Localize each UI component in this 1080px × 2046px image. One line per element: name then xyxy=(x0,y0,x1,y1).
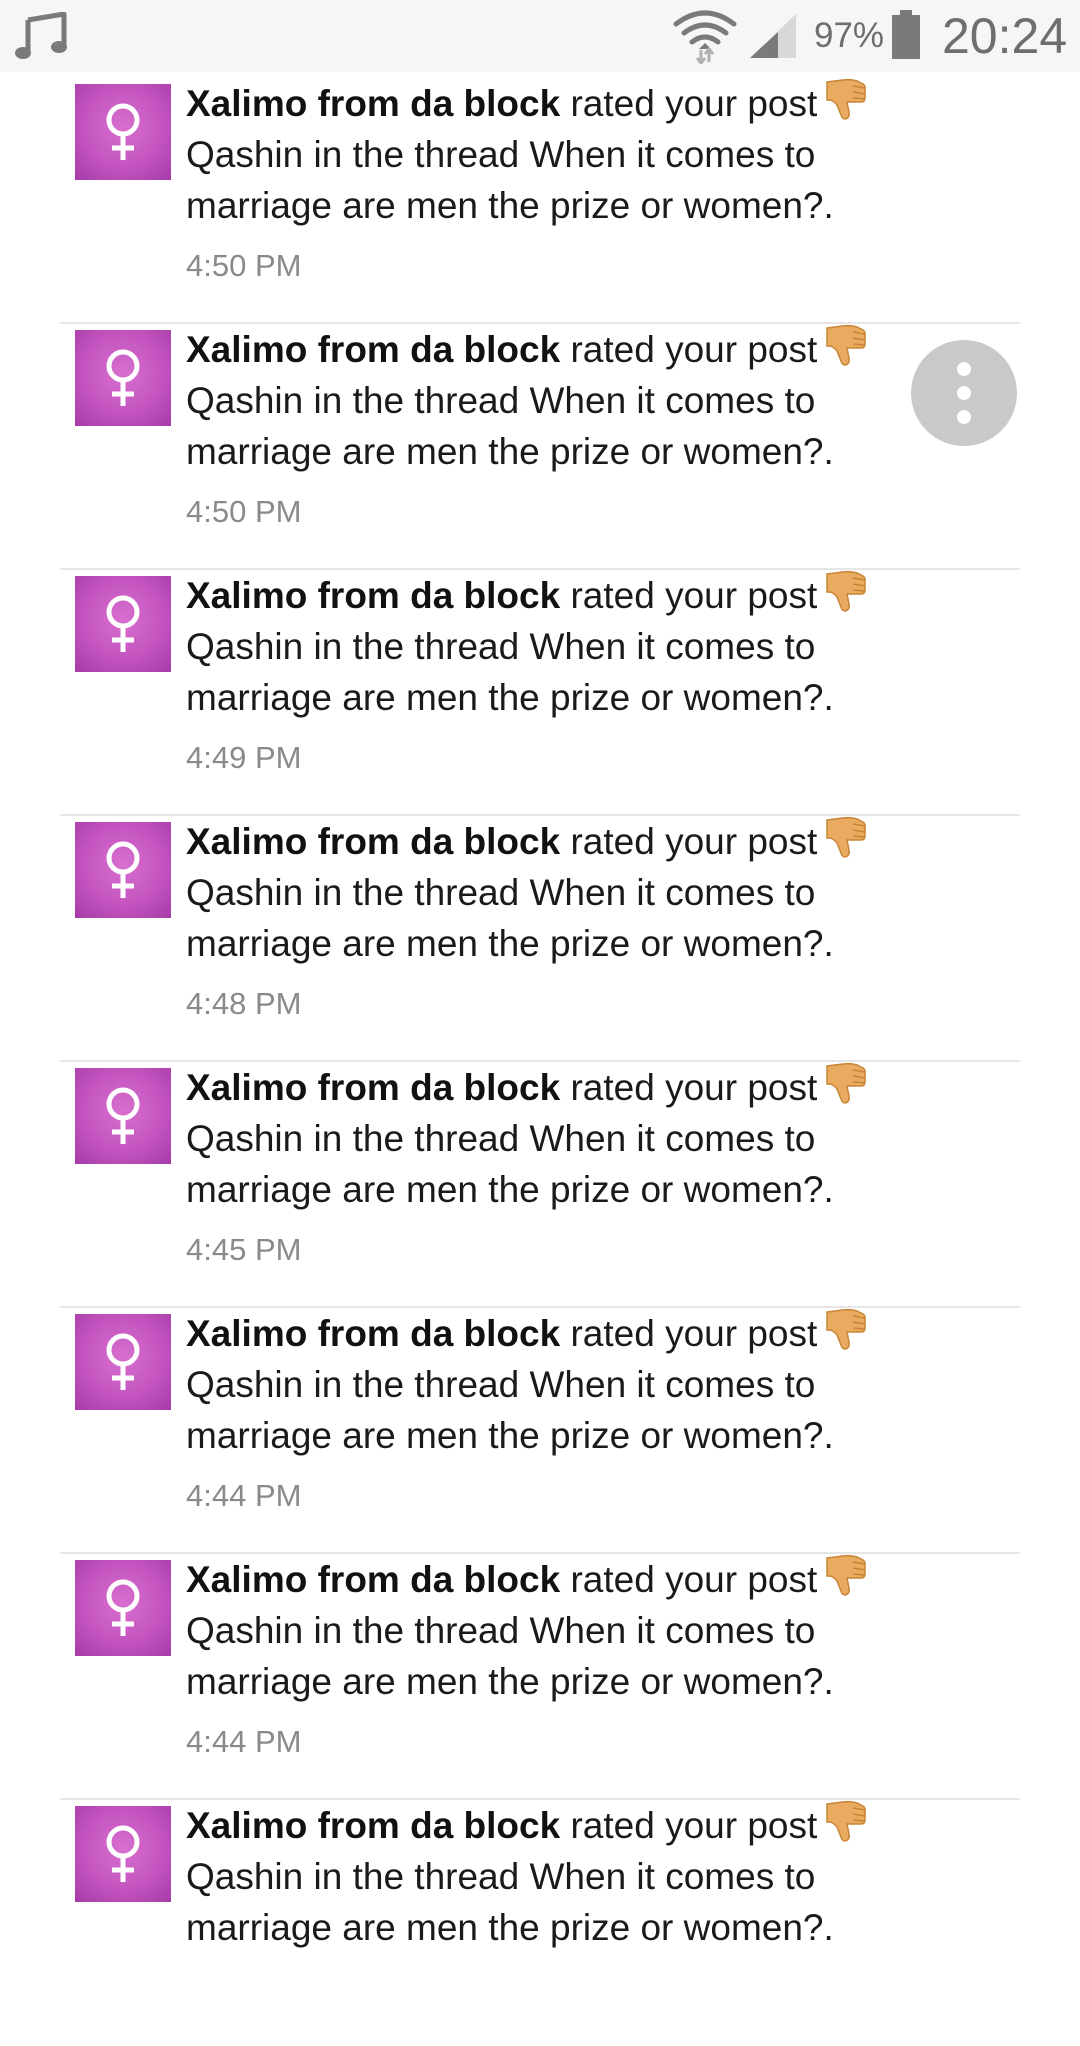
notification-text: Xalimo from da block rated your post Qas… xyxy=(186,1554,886,1707)
timestamp: 4:45 PM xyxy=(186,1232,302,1267)
thread-line[interactable]: marriage are men the prize or women?. xyxy=(186,426,886,477)
timestamp: 4:50 PM xyxy=(186,494,302,529)
thumbs-down-icon xyxy=(826,324,867,366)
thumbs-down-icon xyxy=(826,1308,867,1350)
more-options-button[interactable] xyxy=(911,340,1017,446)
action-text: rated your post xyxy=(570,1559,818,1600)
thumbs-down-icon xyxy=(826,1554,867,1596)
female-symbol-icon xyxy=(106,349,140,406)
female-symbol-icon xyxy=(106,103,140,160)
thread-line[interactable]: marriage are men the prize or women?. xyxy=(186,918,886,969)
timestamp: 4:49 PM xyxy=(186,740,302,775)
timestamp: 4:44 PM xyxy=(186,1724,302,1759)
action-text: rated your post xyxy=(570,821,818,862)
thumbs-down-icon xyxy=(826,1800,867,1842)
avatar[interactable] xyxy=(75,1806,171,1902)
action-text: rated your post xyxy=(570,1313,818,1354)
status-bar: 97% 20:24 xyxy=(0,0,1080,72)
cell-signal-icon xyxy=(750,14,796,58)
thumbs-down-icon xyxy=(826,1062,867,1104)
user-name-link[interactable]: Xalimo from da block xyxy=(186,1559,560,1600)
female-symbol-icon xyxy=(106,1333,140,1390)
notification-item[interactable]: Xalimo from da block rated your post Qas… xyxy=(60,1062,1020,1308)
timestamp: 4:48 PM xyxy=(186,986,302,1021)
post-line[interactable]: Qashin in the thread When it comes to xyxy=(186,621,886,672)
user-name-link[interactable]: Xalimo from da block xyxy=(186,821,560,862)
post-line[interactable]: Qashin in the thread When it comes to xyxy=(186,1605,886,1656)
thumbs-down-icon xyxy=(826,570,867,612)
status-clock: 20:24 xyxy=(942,8,1068,64)
post-line[interactable]: Qashin in the thread When it comes to xyxy=(186,375,886,426)
notification-item[interactable]: Xalimo from da block rated your post Qas… xyxy=(60,1800,1020,2046)
user-name-link[interactable]: Xalimo from da block xyxy=(186,83,560,124)
avatar[interactable] xyxy=(75,1560,171,1656)
avatar[interactable] xyxy=(75,84,171,180)
thread-line[interactable]: marriage are men the prize or women?. xyxy=(186,180,886,231)
notification-item[interactable]: Xalimo from da block rated your post Qas… xyxy=(60,1308,1020,1554)
avatar[interactable] xyxy=(75,576,171,672)
user-name-link[interactable]: Xalimo from da block xyxy=(186,329,560,370)
notification-item[interactable]: Xalimo from da block rated your post Qas… xyxy=(60,78,1020,324)
battery-percentage: 97% xyxy=(814,16,885,55)
female-symbol-icon xyxy=(106,1825,140,1882)
avatar[interactable] xyxy=(75,330,171,426)
timestamp: 4:50 PM xyxy=(186,248,302,283)
avatar[interactable] xyxy=(75,1314,171,1410)
thumbs-down-icon xyxy=(826,78,867,120)
thread-line[interactable]: marriage are men the prize or women?. xyxy=(186,1656,886,1707)
post-line[interactable]: Qashin in the thread When it comes to xyxy=(186,867,886,918)
notification-item[interactable]: Xalimo from da block rated your post Qas… xyxy=(60,816,1020,1062)
post-line[interactable]: Qashin in the thread When it comes to xyxy=(186,1113,886,1164)
avatar[interactable] xyxy=(75,1068,171,1164)
notification-item[interactable]: Xalimo from da block rated your post Qas… xyxy=(60,570,1020,816)
battery-icon xyxy=(892,10,920,59)
thread-line[interactable]: marriage are men the prize or women?. xyxy=(186,1164,886,1215)
user-name-link[interactable]: Xalimo from da block xyxy=(186,1805,560,1846)
action-text: rated your post xyxy=(570,575,818,616)
post-line[interactable]: Qashin in the thread When it comes to xyxy=(186,1359,886,1410)
notification-text: Xalimo from da block rated your post Qas… xyxy=(186,1062,886,1215)
user-name-link[interactable]: Xalimo from da block xyxy=(186,575,560,616)
music-note-icon xyxy=(15,12,67,59)
female-symbol-icon xyxy=(106,1087,140,1144)
user-name-link[interactable]: Xalimo from da block xyxy=(186,1067,560,1108)
post-line[interactable]: Qashin in the thread When it comes to xyxy=(186,1851,886,1902)
thumbs-down-icon xyxy=(826,816,867,858)
notification-text: Xalimo from da block rated your post Qas… xyxy=(186,1800,886,1953)
post-line[interactable]: Qashin in the thread When it comes to xyxy=(186,129,886,180)
female-symbol-icon xyxy=(106,1579,140,1636)
notification-item[interactable]: Xalimo from da block rated your post Qas… xyxy=(60,324,1020,570)
notification-text: Xalimo from da block rated your post Qas… xyxy=(186,324,886,477)
female-symbol-icon xyxy=(106,595,140,652)
notification-text: Xalimo from da block rated your post Qas… xyxy=(186,1308,886,1461)
notification-text: Xalimo from da block rated your post Qas… xyxy=(186,816,886,969)
wifi-icon xyxy=(673,10,737,64)
action-text: rated your post xyxy=(570,1067,818,1108)
notification-text: Xalimo from da block rated your post Qas… xyxy=(186,78,886,231)
female-symbol-icon xyxy=(106,841,140,898)
thread-line[interactable]: marriage are men the prize or women?. xyxy=(186,1410,886,1461)
timestamp: 4:44 PM xyxy=(186,1478,302,1513)
avatar[interactable] xyxy=(75,822,171,918)
action-text: rated your post xyxy=(570,1805,818,1846)
notification-item[interactable]: Xalimo from da block rated your post Qas… xyxy=(60,1554,1020,1800)
thread-line[interactable]: marriage are men the prize or women?. xyxy=(186,1902,886,1953)
user-name-link[interactable]: Xalimo from da block xyxy=(186,1313,560,1354)
thread-line[interactable]: marriage are men the prize or women?. xyxy=(186,672,886,723)
notification-text: Xalimo from da block rated your post Qas… xyxy=(186,570,886,723)
action-text: rated your post xyxy=(570,329,818,370)
action-text: rated your post xyxy=(570,83,818,124)
